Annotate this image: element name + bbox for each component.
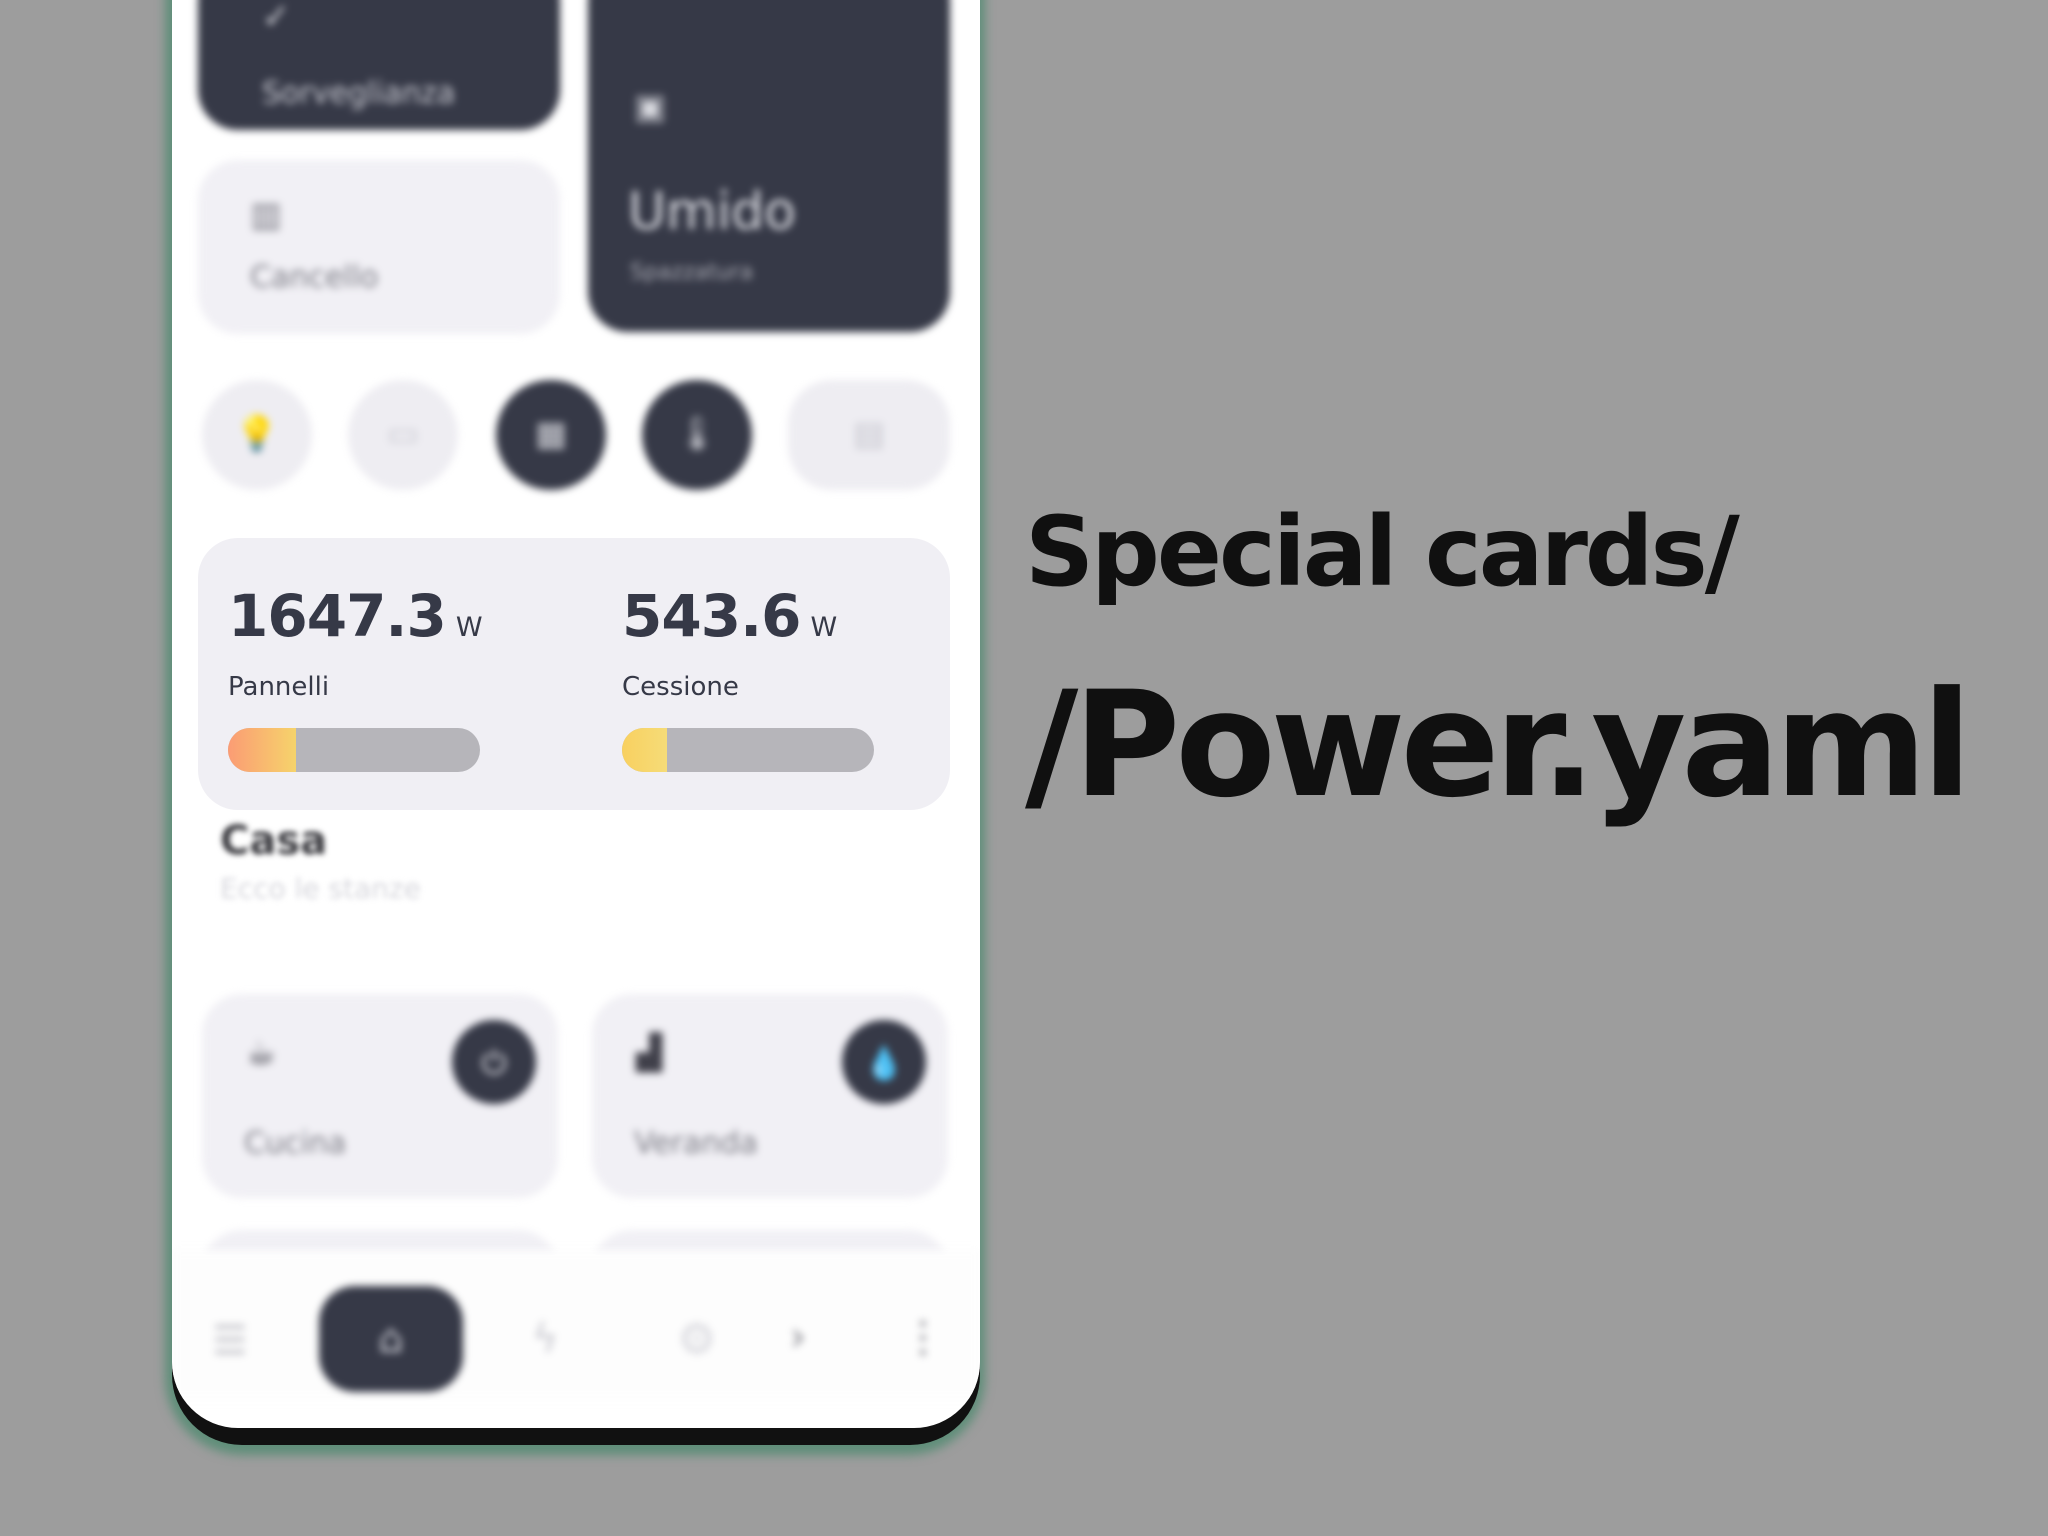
cessione-value: 543.6 W — [622, 582, 837, 650]
phone-screen: ✓ Sorveglianza ▥ Cancello ▣ Umido Spazza… — [172, 0, 980, 1428]
chip-calendar[interactable]: ▦ — [496, 380, 606, 490]
tile-sorveglianza[interactable]: ✓ Sorveglianza — [198, 0, 560, 130]
lightbulb-icon: 💡 — [235, 414, 279, 454]
tile-cancello-label: Cancello — [250, 260, 379, 295]
section-title: Casa — [220, 818, 328, 864]
cessione-unit: W — [810, 612, 837, 643]
tile-cancello[interactable]: ▥ Cancello — [198, 160, 560, 334]
room-label-cucina: Cucina — [244, 1126, 347, 1161]
cessione-number: 543.6 — [622, 582, 801, 650]
document-icon: ▤ — [852, 414, 886, 454]
chip-lightbulb[interactable]: 💡 — [202, 380, 312, 490]
energy-icon[interactable]: ϟ — [532, 1316, 558, 1362]
shield-check-icon: ✓ — [262, 0, 291, 37]
drop-icon: 💧 — [864, 1044, 904, 1082]
more-vert-icon[interactable]: ⋮ — [902, 1312, 944, 1361]
calendar-icon: ▦ — [534, 414, 568, 454]
room-action-cucina[interactable]: ⏻ — [452, 1020, 536, 1104]
tile-sorveglianza-label: Sorveglianza — [262, 76, 456, 111]
pannelli-label: Pannelli — [228, 672, 330, 702]
plug-icon: ⏻ — [481, 1044, 507, 1082]
coffee-cup-icon: ☕ — [246, 1033, 277, 1073]
thermometer-icon: 🌡 — [675, 414, 719, 454]
chevron-right-icon[interactable]: › — [790, 1314, 806, 1360]
nav-home-button[interactable]: ⌂ — [319, 1286, 463, 1392]
gate-icon: ▥ — [250, 195, 283, 235]
pannelli-bar — [228, 728, 480, 772]
section-subtitle: Ecco le stanze — [220, 872, 421, 905]
sofa-icon: ▟ — [636, 1033, 663, 1073]
power-card: 1647.3 W Pannelli 543.6 W Cessione — [198, 538, 950, 810]
pannelli-number: 1647.3 — [228, 582, 447, 650]
monitor-icon: ▭ — [386, 414, 420, 454]
tile-umido[interactable]: ▣ Umido Spazzatura — [588, 0, 950, 332]
chip-document[interactable]: ▤ — [788, 380, 950, 490]
tile-umido-title: Umido — [628, 182, 796, 242]
headline-line-1: Special cards/ — [1025, 496, 1740, 608]
headline-line-2: /Power.yaml — [1025, 660, 1972, 830]
home-icon: ⌂ — [378, 1316, 404, 1362]
cessione-label: Cessione — [622, 672, 739, 702]
cessione-bar-fill — [622, 728, 668, 772]
bottom-navbar: ☰ ⌂ ϟ ⚙ › ⋮ — [172, 1250, 980, 1400]
room-action-veranda[interactable]: 💧 — [842, 1020, 926, 1104]
pannelli-bar-fill — [228, 728, 297, 772]
cessione-bar — [622, 728, 874, 772]
chip-thermometer[interactable]: 🌡 — [642, 380, 752, 490]
room-card-cucina[interactable]: ☕ Cucina ⏻ — [202, 994, 558, 1198]
room-label-veranda: Veranda — [634, 1126, 758, 1161]
chip-monitor[interactable]: ▭ — [348, 380, 458, 490]
settings-icon[interactable]: ⚙ — [677, 1314, 716, 1365]
trash-bin-icon: ▣ — [634, 87, 667, 127]
room-card-veranda[interactable]: ▟ Veranda 💧 — [592, 994, 948, 1198]
menu-icon[interactable]: ☰ — [212, 1318, 248, 1364]
pannelli-unit: W — [455, 612, 483, 643]
pannelli-value: 1647.3 W — [228, 582, 483, 650]
tile-umido-subtitle: Spazzatura — [630, 260, 754, 285]
